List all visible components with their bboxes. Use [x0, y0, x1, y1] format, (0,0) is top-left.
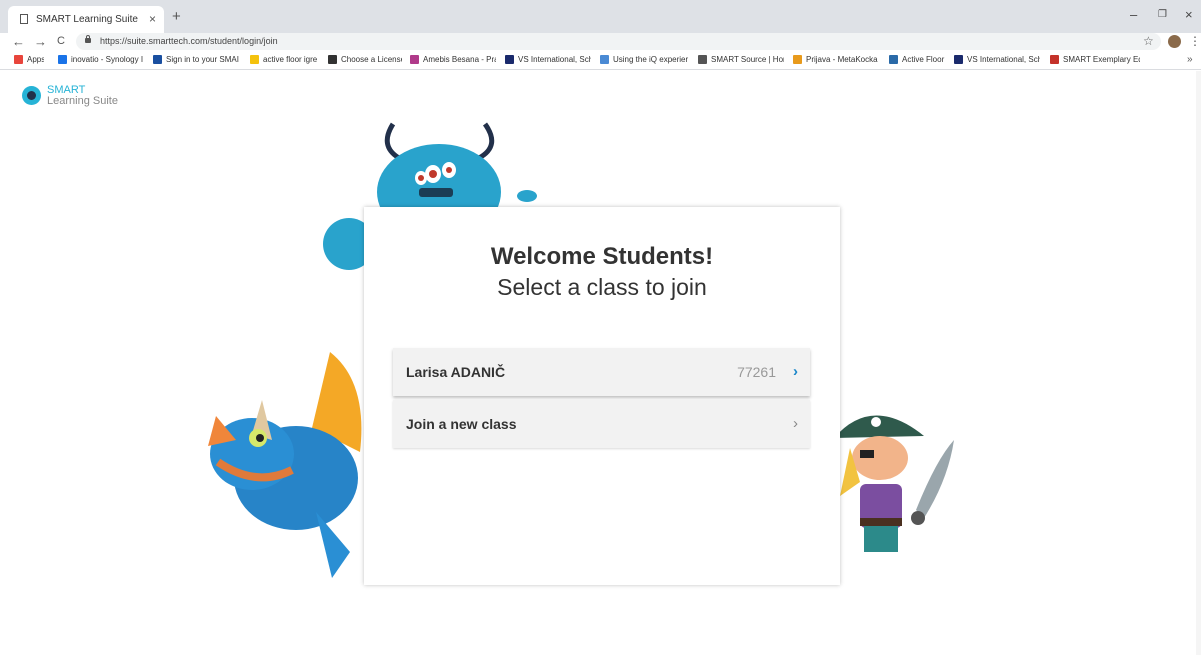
bookmark-label: Apps: [27, 55, 44, 64]
bookmark-favicon-icon: [14, 55, 23, 65]
back-button[interactable]: ←: [12, 33, 25, 50]
bookmark-label: Sign in to your SMAI: [166, 55, 239, 64]
class-name: Larisa ADANIČ: [406, 364, 506, 380]
chevron-right-icon: ›: [793, 415, 798, 432]
bookmark-label: SMART Exemplary Ed: [1063, 55, 1140, 64]
bookmark-label: Using the iQ experier: [613, 55, 689, 64]
bookmark-favicon-icon: [153, 55, 162, 65]
bookmark-favicon-icon: [889, 55, 898, 65]
close-window-button[interactable]: ×: [1185, 7, 1193, 23]
forward-button[interactable]: →: [34, 33, 47, 50]
bookmark-label: active floor igre: [263, 55, 318, 64]
bookmark-item[interactable]: VS International, Sch: [954, 50, 1040, 70]
reload-button[interactable]: C: [57, 33, 65, 50]
browser-tab-bar: SMART Learning Suite Online × + – ❐ ×: [0, 0, 1201, 52]
address-bar[interactable]: https://suite.smarttech.com/student/logi…: [76, 33, 1161, 50]
bookmark-item[interactable]: active floor igre: [250, 50, 320, 70]
page-scrollbar[interactable]: [1196, 71, 1201, 655]
bookmark-label: VS International, Sch: [967, 55, 1040, 64]
restore-button[interactable]: ❐: [1158, 7, 1167, 23]
bookmark-item[interactable]: SMART Exemplary Ed: [1050, 50, 1140, 70]
bookmark-label: inovatio - Synology I: [71, 55, 144, 64]
address-text: https://suite.smarttech.com/student/logi…: [100, 36, 278, 46]
lock-icon: [85, 35, 91, 43]
bookmark-item[interactable]: Using the iQ experier: [600, 50, 690, 70]
bookmark-star-icon[interactable]: ☆: [1143, 33, 1154, 50]
bookmark-label: Choose a License: [341, 55, 402, 64]
bookmarks-overflow-button[interactable]: »: [1187, 50, 1193, 70]
bookmark-item[interactable]: VS International, Sch: [505, 50, 591, 70]
bookmark-item[interactable]: Sign in to your SMAI: [153, 50, 241, 70]
bookmark-label: Prijava - MetaKocka: [806, 55, 878, 64]
bookmark-item[interactable]: SMART Source | Hom: [698, 50, 784, 70]
page-title: Welcome Students!: [490, 243, 714, 270]
bookmark-favicon-icon: [954, 55, 963, 65]
page-subtitle: Select a class to join: [497, 274, 707, 300]
pirate-mascot-illustration: [834, 415, 954, 552]
browser-toolbar: ← → C https://suite.smarttech.com/studen…: [0, 33, 1201, 50]
bookmark-label: Active Floor: [902, 55, 945, 64]
bookmark-favicon-icon: [1050, 55, 1059, 65]
dragon-mascot-illustration: [208, 352, 362, 578]
minimize-button[interactable]: –: [1130, 7, 1137, 23]
bookmark-favicon-icon: [328, 55, 337, 65]
tab-close-button[interactable]: ×: [149, 6, 156, 33]
bookmark-item[interactable]: Prijava - MetaKocka: [793, 50, 879, 70]
bookmark-label: Amebis Besana - Pra: [423, 55, 496, 64]
bookmark-favicon-icon: [58, 55, 67, 65]
bookmark-favicon-icon: [698, 55, 707, 65]
class-code: 77261: [737, 364, 776, 380]
bookmark-item[interactable]: Choose a License: [328, 50, 402, 70]
bookmark-favicon-icon: [793, 55, 802, 65]
join-class-card: Welcome Students! Select a class to join…: [364, 207, 840, 585]
join-new-class-button[interactable]: Join a new class ›: [393, 400, 810, 448]
bookmark-favicon-icon: [410, 55, 419, 65]
bookmark-item[interactable]: Active Floor: [889, 50, 947, 70]
bookmarks-bar: » Apps inovatio - Synology I Sign in to yo…: [0, 50, 1201, 70]
bookmark-favicon-icon: [600, 55, 609, 65]
join-new-class-label: Join a new class: [406, 416, 517, 432]
bookmark-favicon-icon: [505, 55, 514, 65]
browser-tab[interactable]: SMART Learning Suite Online ×: [8, 6, 164, 52]
page-icon: [20, 14, 28, 24]
bookmark-favicon-icon: [250, 55, 259, 65]
bookmark-item[interactable]: inovatio - Synology I: [58, 50, 144, 70]
bookmark-item[interactable]: Amebis Besana - Pra: [410, 50, 496, 70]
class-row-larisa-adanic[interactable]: Larisa ADANIČ 77261 ›: [393, 348, 810, 396]
bookmark-label: SMART Source | Hom: [711, 55, 784, 64]
logo-line2: Learning Suite: [47, 95, 118, 107]
logo-mark-icon: [22, 86, 41, 105]
browser-menu-button[interactable]: ⋮: [1189, 33, 1201, 50]
new-tab-button[interactable]: +: [172, 7, 181, 27]
bookmark-item[interactable]: Apps: [14, 50, 44, 70]
profile-avatar[interactable]: [1168, 35, 1181, 48]
bookmark-label: VS International, Sch: [518, 55, 591, 64]
chevron-right-icon: ›: [793, 363, 798, 380]
